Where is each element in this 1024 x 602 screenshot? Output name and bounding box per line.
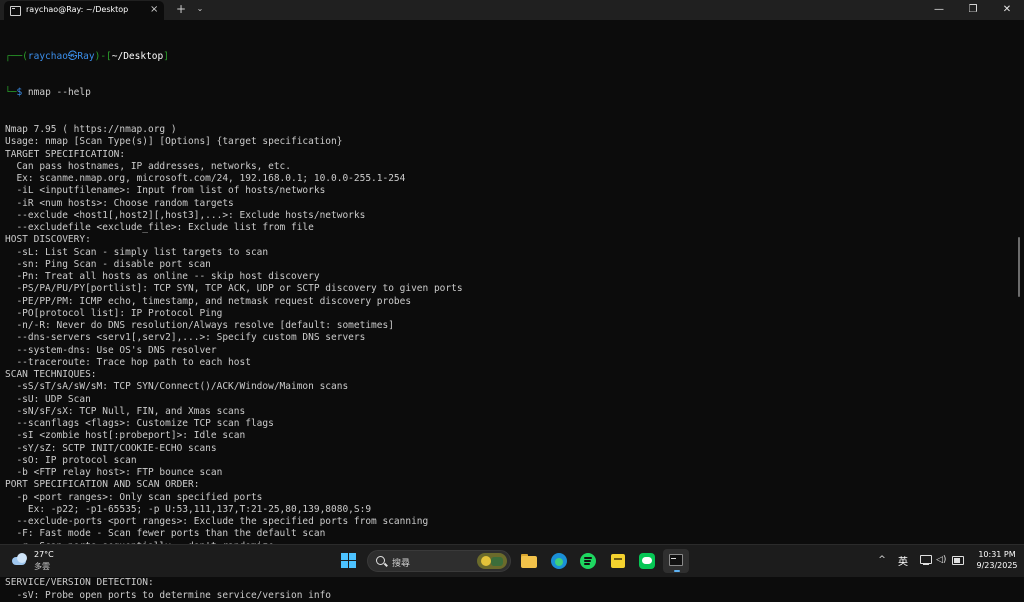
terminal-line: -sY/sZ: SCTP INIT/COOKIE-ECHO scans: [5, 442, 217, 454]
close-button[interactable]: ✕: [990, 0, 1024, 20]
terminal-line: --system-dns: Use OS's DNS resolver: [5, 344, 217, 356]
volume-icon[interactable]: ◁): [936, 554, 948, 566]
terminal-line: -sU: UDP Scan: [5, 393, 91, 405]
terminal-line: SERVICE/VERSION DETECTION:: [5, 577, 154, 589]
terminal-line: -sn: Ping Scan - disable port scan: [5, 258, 211, 270]
taskbar: 27°C 多雲 搜尋 ^ 英 ◁) 10:31 PM 9/23/2025: [0, 544, 1024, 577]
sticky-notes-icon[interactable]: [608, 551, 628, 571]
prompt-command: nmap --help: [22, 87, 91, 99]
terminal-line: -sL: List Scan - simply list targets to …: [5, 246, 269, 258]
battery-icon[interactable]: [952, 554, 964, 566]
prompt-line-top: ┌──(raychao㉿Ray)-[~/Desktop]: [5, 51, 463, 63]
maximize-button[interactable]: ❐: [956, 0, 990, 20]
terminal-line: TARGET SPECIFICATION:: [5, 148, 126, 160]
prompt-separator: )-[: [94, 50, 112, 62]
search-highlight-image: [477, 553, 507, 569]
terminal-line: Ex: scanme.nmap.org, microsoft.com/24, 1…: [5, 173, 406, 184]
tab-close-icon[interactable]: ×: [150, 4, 158, 16]
weather-temperature[interactable]: 27°C: [34, 550, 54, 559]
line-app-icon[interactable]: [637, 551, 657, 571]
network-icon[interactable]: [920, 554, 932, 566]
terminal-icon: [10, 6, 21, 16]
terminal-line: -PE/PP/PM: ICMP echo, timestamp, and net…: [5, 295, 412, 307]
terminal-pane[interactable]: ┌──(raychao㉿Ray)-[~/Desktop] └─$ nmap --…: [0, 21, 1024, 601]
prompt-line-command: └─$ nmap --help: [5, 87, 463, 99]
terminal-line: HOST DISCOVERY:: [5, 234, 91, 246]
terminal-line: -sS/sT/sA/sW/sM: TCP SYN/Connect()/ACK/W…: [5, 381, 349, 393]
scrollbar-thumb[interactable]: [1018, 237, 1020, 297]
terminal-line: --dns-servers <serv1[,serv2],...>: Speci…: [5, 332, 366, 344]
terminal-line: -sN/sF/sX: TCP Null, FIN, and Xmas scans: [5, 405, 246, 417]
terminal-line: PORT SPECIFICATION AND SCAN ORDER:: [5, 479, 200, 491]
prompt-end: ]: [163, 50, 169, 62]
title-bar: raychao@Ray: ~/Desktop × + ⌄ — ❐ ✕: [0, 0, 1024, 20]
search-label: 搜尋: [392, 559, 411, 569]
tab-terminal[interactable]: raychao@Ray: ~/Desktop ×: [4, 1, 164, 20]
terminal-line: -PO[protocol list]: IP Protocol Ping: [5, 307, 223, 319]
prompt-corner-top: ┌──(: [5, 50, 28, 62]
terminal-line: Can pass hostnames, IP addresses, networ…: [5, 160, 291, 172]
terminal-line: --traceroute: Trace hop path to each hos…: [5, 356, 251, 368]
terminal-line: -F: Fast mode - Scan fewer ports than th…: [5, 528, 326, 540]
terminal-line: -PS/PA/PU/PY[portlist]: TCP SYN, TCP ACK…: [5, 283, 463, 295]
edge-browser-icon[interactable]: [549, 551, 569, 571]
start-windows-icon[interactable]: [341, 553, 356, 568]
search-icon: [376, 556, 385, 565]
terminal-line: Ex: -p22; -p1-65535; -p U:53,111,137,T:2…: [5, 503, 372, 515]
tab-dropdown-button[interactable]: ⌄: [194, 2, 206, 16]
terminal-line: Usage: nmap [Scan Type(s)] [Options] {ta…: [5, 136, 343, 148]
weather-description[interactable]: 多雲: [34, 561, 50, 572]
terminal-line: Nmap 7.95 ( https://nmap.org ): [5, 124, 177, 135]
minimize-button[interactable]: —: [922, 0, 956, 20]
tray-overflow-chevron-icon[interactable]: ^: [876, 554, 888, 566]
terminal-line: --scanflags <flags>: Customize TCP scan …: [5, 418, 274, 429]
terminal-line: --exclude <host1[,host2][,host3],...>: E…: [5, 209, 366, 221]
terminal-line: SCAN TECHNIQUES:: [5, 369, 97, 380]
file-explorer-icon[interactable]: [519, 551, 539, 571]
prompt-corner-bottom: └─: [5, 87, 17, 99]
new-tab-button[interactable]: +: [174, 2, 188, 16]
terminal-line: --exclude-ports <port ranges>: Exclude t…: [5, 516, 429, 527]
terminal-line: -Pn: Treat all hosts as online -- skip h…: [5, 271, 320, 282]
clock-date[interactable]: 9/23/2025: [972, 561, 1022, 570]
weather-cloud-icon[interactable]: [12, 553, 30, 565]
terminal-line: -b <FTP relay host>: FTP bounce scan: [5, 467, 223, 478]
prompt-user: raychao㉿Ray: [27, 50, 95, 62]
tab-title: raychao@Ray: ~/Desktop: [26, 5, 129, 14]
terminal-line: -sI <zombie host[:probeport]>: Idle scan: [5, 430, 246, 442]
terminal-app-icon[interactable]: [663, 549, 689, 573]
terminal-line: -sV: Probe open ports to determine servi…: [5, 589, 332, 601]
terminal-line: -iR <num hosts>: Choose random targets: [5, 197, 234, 209]
terminal-line: --excludefile <exclude_file>: Exclude li…: [5, 222, 314, 233]
terminal-line: -p <port ranges>: Only scan specified po…: [5, 491, 263, 503]
terminal-line: -n/-R: Never do DNS resolution/Always re…: [5, 320, 394, 331]
prompt-path: ~/Desktop: [111, 50, 164, 62]
input-method-indicator[interactable]: 英: [898, 553, 908, 568]
terminal-line: -sO: IP protocol scan: [5, 454, 137, 466]
spotify-icon[interactable]: [578, 551, 598, 571]
terminal-line: -iL <inputfilename>: Input from list of …: [5, 185, 326, 197]
taskbar-search-box[interactable]: 搜尋: [367, 550, 511, 572]
clock-time[interactable]: 10:31 PM: [976, 550, 1018, 559]
terminal-output: ┌──(raychao㉿Ray)-[~/Desktop] └─$ nmap --…: [5, 26, 463, 602]
